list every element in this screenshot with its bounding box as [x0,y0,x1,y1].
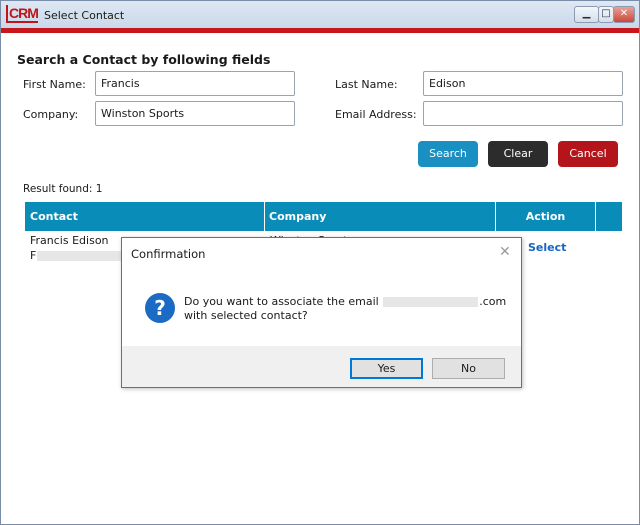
first-name-label: First Name: [23,78,86,91]
no-button[interactable]: No [432,358,505,379]
dialog-message: Do you want to associate the email .com … [184,295,506,323]
redacted-email [383,297,479,307]
email-input[interactable] [423,101,623,126]
column-header-company[interactable]: Company [265,202,496,231]
dialog-title: Confirmation [131,247,206,261]
column-header-action[interactable]: Action [496,202,596,231]
search-section-title: Search a Contact by following fields [17,52,271,67]
column-header-spacer [596,202,622,231]
brand-accent-bar [1,28,639,33]
row-contact-email: F [30,249,130,262]
cancel-button[interactable]: Cancel [558,141,618,167]
close-window-button[interactable]: ✕ [613,6,635,23]
window-title: Select Contact [44,9,125,22]
maximize-button[interactable]: □ [598,6,614,23]
title-bar[interactable]: CRM Select Contact ▁ □ ✕ [1,1,639,28]
dialog-footer: Yes No [122,346,521,387]
results-table-header: Contact Company Action [25,202,622,231]
company-label: Company: [23,108,79,121]
confirmation-dialog: Confirmation ✕ ? Do you want to associat… [121,237,522,388]
redacted-email [37,251,130,261]
dialog-message-line2: with selected contact? [184,309,308,322]
last-name-label: Last Name: [335,78,398,91]
dialog-close-icon[interactable]: ✕ [499,244,511,260]
select-contact-link[interactable]: Select [528,241,566,254]
company-input[interactable] [95,101,295,126]
row-contact-name: Francis Edison [30,234,109,247]
result-count: Result found: 1 [23,183,103,195]
email-label: Email Address: [335,108,417,121]
question-icon: ? [145,293,175,323]
yes-button[interactable]: Yes [350,358,423,379]
search-button[interactable]: Search [418,141,478,167]
dialog-message-prefix: Do you want to associate the email [184,295,379,308]
first-name-input[interactable] [95,71,295,96]
last-name-input[interactable] [423,71,623,96]
row-contact-email-prefix: F [30,249,37,262]
dialog-message-suffix: .com [479,295,507,308]
clear-button[interactable]: Clear [488,141,548,167]
minimize-button[interactable]: ▁ [574,6,599,23]
column-header-contact[interactable]: Contact [25,202,265,231]
select-contact-window: CRM Select Contact ▁ □ ✕ Search a Contac… [0,0,640,525]
crm-logo-icon: CRM [6,5,39,23]
